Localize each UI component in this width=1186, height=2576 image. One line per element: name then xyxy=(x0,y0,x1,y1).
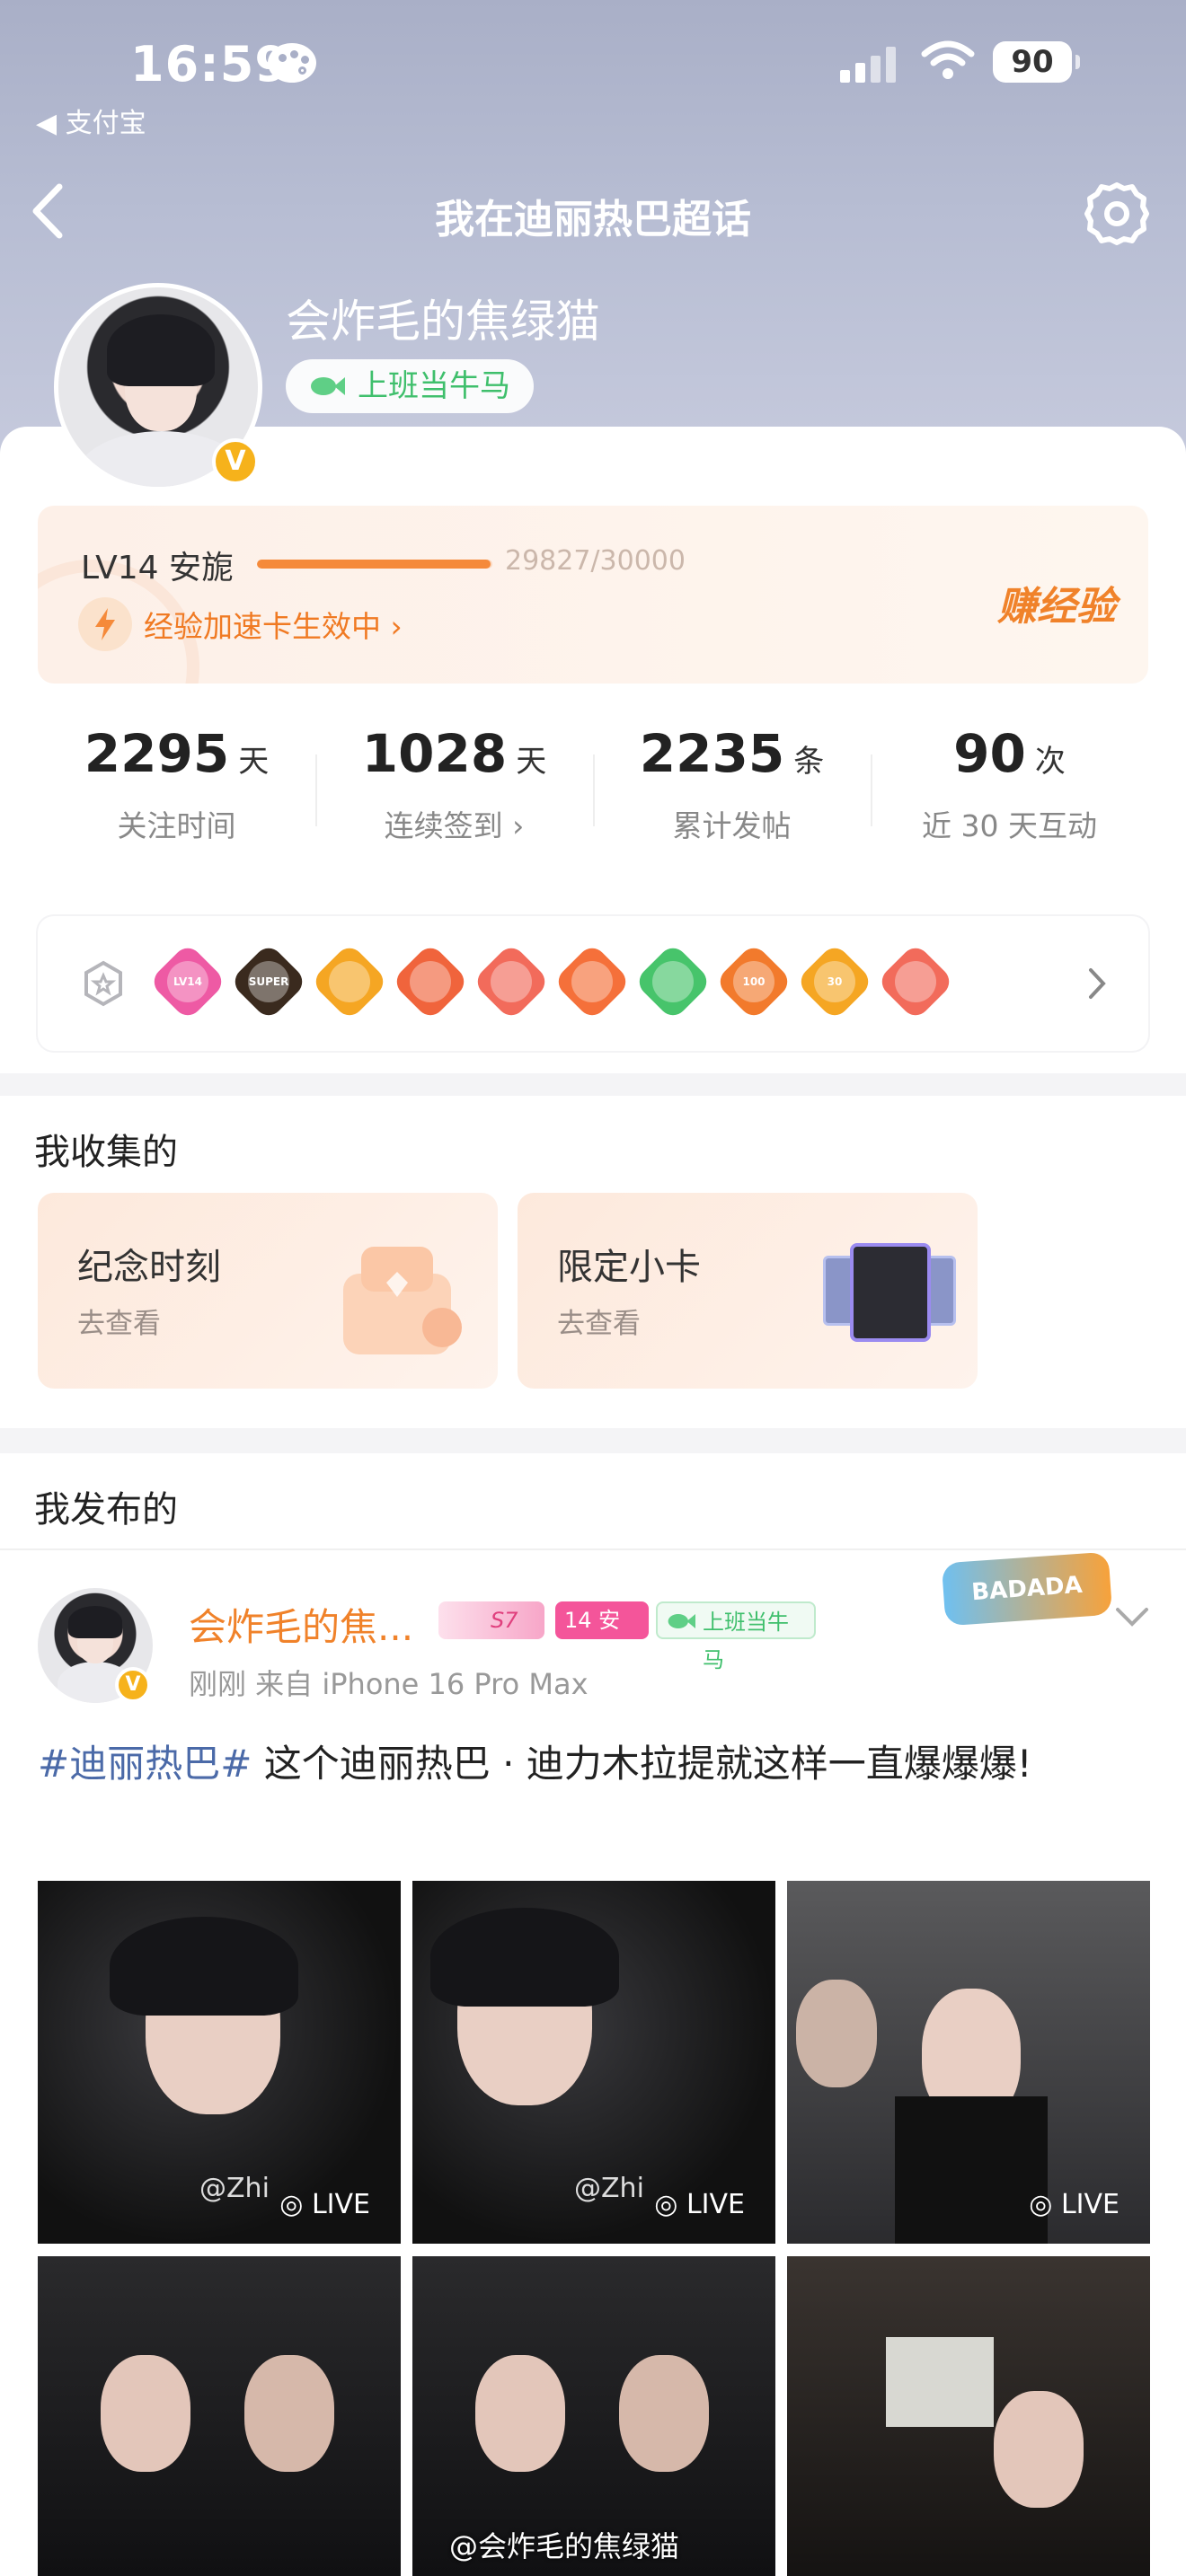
stat-follow-days: 2295 天 关注时间 xyxy=(84,723,270,843)
stats-row: 2295 天 关注时间 1028 天 连续签到 › 2235 条 累计发帖 90 次 近… xyxy=(38,723,1148,876)
status-bar: 16:59 ◀ 支付宝 90 xyxy=(0,36,1186,139)
medal-badge[interactable] xyxy=(633,942,712,1021)
back-to-app-link[interactable]: ◀ 支付宝 xyxy=(36,101,146,140)
level-card[interactable]: LV14 安旎 29827/30000 经验加速卡生效中 › 赚经验 xyxy=(38,506,1148,684)
medal-badge[interactable]: 30 DAYS xyxy=(795,942,874,1029)
level-exp: 29827/30000 xyxy=(505,545,686,577)
decoration-sticker: BADADA xyxy=(941,1551,1113,1627)
post-author-name[interactable]: 会炸毛的焦... xyxy=(189,1597,413,1652)
palette-icon xyxy=(268,43,316,83)
live-badge: ◎ LIVE xyxy=(279,2189,370,2220)
medal-label: 100 DAYS xyxy=(733,961,774,1029)
stat-interactions: 90 次 近 30 天互动 xyxy=(922,723,1097,843)
fish-icon xyxy=(311,377,345,395)
post-photo[interactable] xyxy=(38,2256,401,2576)
medal-label xyxy=(652,961,694,1002)
page-title: 我在迪丽热巴超话 xyxy=(435,197,751,243)
post-photo[interactable]: @Zhi ◎ LIVE xyxy=(38,1881,401,2244)
medal-label: 30 DAYS xyxy=(814,961,855,1029)
medal-icon xyxy=(84,960,122,1007)
medal-badge[interactable]: LV14 xyxy=(148,942,227,1021)
post-photo[interactable]: ◎ LIVE xyxy=(787,1881,1150,2244)
exp-boost-link[interactable]: 经验加速卡生效中 › xyxy=(144,603,403,646)
verified-badge-icon: V xyxy=(212,438,259,485)
live-badge: ◎ LIVE xyxy=(654,2189,745,2220)
s7-badge[interactable]: S7 xyxy=(438,1601,544,1639)
badge-wall[interactable]: LV14 SUPER 100 DAYS 30 DAYS xyxy=(38,916,1148,1051)
medal-label xyxy=(410,961,451,1002)
signal-icon xyxy=(840,45,898,83)
level-badge[interactable]: 14 安旎 xyxy=(555,1601,649,1671)
status-time: 16:59 xyxy=(130,36,289,93)
profile-card: LV14 安旎 29827/30000 经验加速卡生效中 › 赚经验 2295 天… xyxy=(0,427,1186,1073)
post-photo[interactable]: @Zhi ◎ LIVE xyxy=(412,1881,775,2244)
medal-label xyxy=(895,961,936,1002)
medal-badge[interactable]: 100 DAYS xyxy=(714,942,793,1029)
chevron-right-icon[interactable] xyxy=(1084,963,1111,1004)
memorial-card[interactable]: 纪念时刻 去查看 xyxy=(38,1193,498,1389)
level-progress-bar xyxy=(257,560,492,569)
lightning-icon xyxy=(78,597,132,651)
footer-watermark: @会炸毛的焦绿猫 xyxy=(449,2529,680,2563)
medal-label: LV14 xyxy=(167,961,208,1002)
profile-username: 会炸毛的焦绿猫 xyxy=(286,296,600,348)
level-label: LV14 安旎 xyxy=(81,550,234,587)
post-title-badge[interactable]: 上班当牛马 xyxy=(656,1601,816,1672)
medal-label: SUPER xyxy=(248,961,289,1002)
gear-icon[interactable] xyxy=(1083,180,1151,248)
wifi-icon xyxy=(921,40,975,79)
stat-checkin-days[interactable]: 1028 天 连续签到 › xyxy=(315,723,593,845)
medal-badge[interactable] xyxy=(310,942,389,1021)
title-badge-label: 上班当牛马 xyxy=(358,368,510,404)
stat-posts: 2235 条 累计发帖 xyxy=(639,723,825,843)
post-verified-icon: V xyxy=(115,1667,151,1703)
gift-box-icon xyxy=(343,1247,462,1354)
battery-indicator: 90 xyxy=(993,41,1080,83)
medal-label xyxy=(571,961,613,1002)
collect-section: 我收集的 纪念时刻 去查看 限定小卡 去查看 xyxy=(0,1096,1186,1428)
post-photo[interactable] xyxy=(787,2256,1150,2576)
medal-badge[interactable] xyxy=(553,942,632,1021)
post-meta: 刚刚 来自 iPhone 16 Pro Max xyxy=(189,1667,589,1701)
medal-badge[interactable]: SUPER xyxy=(229,942,308,1021)
posts-title: 我发布的 xyxy=(34,1489,178,1531)
medal-label xyxy=(329,961,370,1002)
medal-badge[interactable] xyxy=(876,942,955,1021)
live-badge: ◎ LIVE xyxy=(1029,2189,1120,2220)
chevron-down-icon[interactable] xyxy=(1114,1604,1150,1629)
post-content: #迪丽热巴# 这个迪丽热巴 · 迪力木拉提就这样一直爆爆爆! xyxy=(38,1742,1032,1786)
earn-exp-button[interactable]: 赚经验 xyxy=(997,574,1116,631)
title-badge[interactable]: 上班当牛马 xyxy=(286,359,534,413)
medal-badge[interactable] xyxy=(391,942,470,1021)
limited-card[interactable]: 限定小卡 去查看 xyxy=(518,1193,978,1389)
medal-badge[interactable] xyxy=(472,942,551,1021)
hashtag-link[interactable]: #迪丽热巴# xyxy=(38,1742,252,1786)
fish-icon xyxy=(668,1614,695,1628)
medal-label xyxy=(491,961,532,1002)
collect-title: 我收集的 xyxy=(34,1132,178,1173)
